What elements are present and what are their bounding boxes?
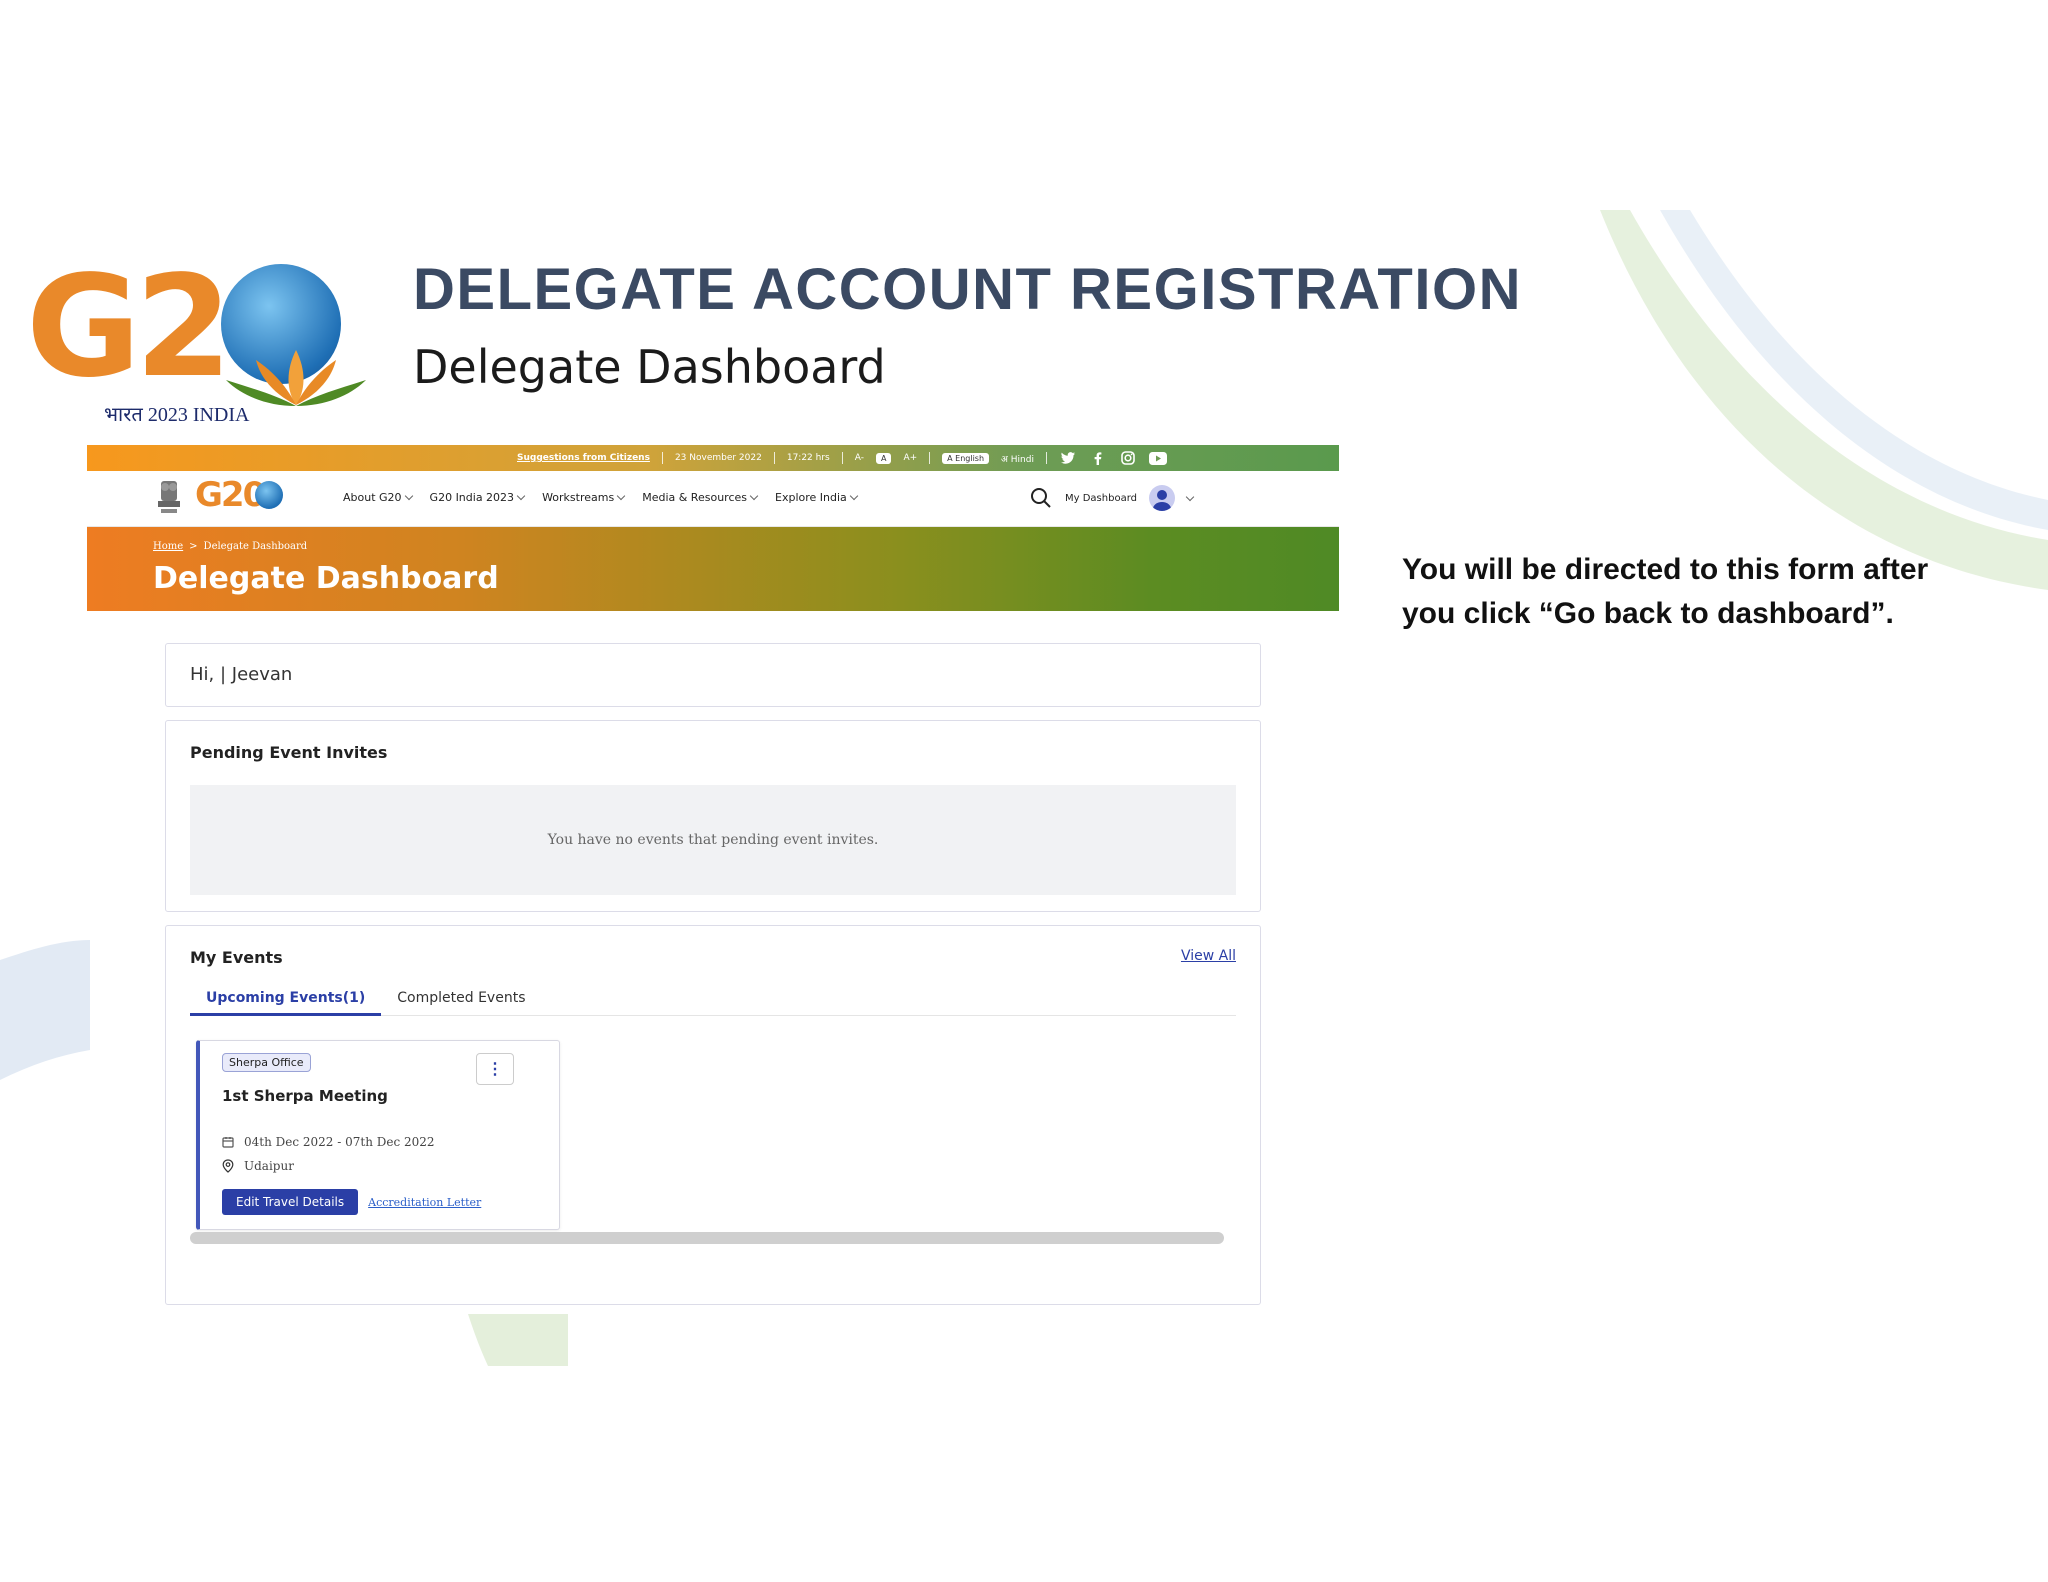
pending-invites-card: Pending Event Invites You have no events…: [165, 720, 1261, 912]
nav-item-about-g20[interactable]: About G20: [343, 491, 413, 504]
font-normal-button[interactable]: A: [875, 452, 892, 464]
decorative-swoosh-left: [0, 940, 90, 1080]
chevron-down-icon: [516, 491, 526, 501]
nav-item-explore-india[interactable]: Explore India: [775, 491, 859, 504]
national-emblem-icon: [158, 481, 180, 513]
edit-travel-details-button[interactable]: Edit Travel Details: [222, 1189, 359, 1215]
event-actions: Edit Travel Details Accreditation Letter: [222, 1189, 481, 1215]
nav-item-g20-india-2023[interactable]: G20 India 2023: [429, 491, 526, 504]
chevron-down-icon: [616, 491, 626, 501]
divider: [929, 452, 931, 464]
font-increase-button[interactable]: A+: [903, 453, 917, 463]
event-dates: 04th Dec 2022 - 07th Dec 2022: [244, 1135, 435, 1149]
event-location-row: Udaipur: [222, 1159, 294, 1173]
hindi-language-button[interactable]: अ Hindi: [1001, 452, 1034, 465]
twitter-icon[interactable]: [1059, 451, 1077, 465]
more-options-icon[interactable]: ⋮: [476, 1053, 514, 1085]
instagram-icon[interactable]: [1119, 451, 1137, 465]
nav-item-label: Workstreams: [542, 491, 615, 504]
nav-item-label: Media & Resources: [642, 491, 747, 504]
chevron-down-icon: [749, 491, 759, 501]
breadcrumb-home-link[interactable]: Home: [153, 541, 183, 552]
youtube-icon[interactable]: [1148, 451, 1167, 465]
divider: [773, 452, 775, 464]
my-events-card: My Events View All Upcoming Events(1) Co…: [165, 925, 1261, 1305]
dashboard-screenshot: Suggestions from Citizens 23 November 20…: [87, 445, 1339, 1345]
utility-bar: Suggestions from Citizens 23 November 20…: [87, 445, 1339, 471]
nav-item-media-resources[interactable]: Media & Resources: [642, 491, 759, 504]
calendar-icon: [222, 1137, 234, 1148]
tab-completed-events[interactable]: Completed Events: [381, 988, 541, 1016]
my-dashboard-link[interactable]: My Dashboard: [1065, 493, 1137, 504]
chevron-down-icon: [404, 491, 413, 501]
font-decrease-button[interactable]: A-: [855, 453, 864, 463]
decorative-swoosh-top-right: [1600, 210, 2048, 590]
suggestions-link[interactable]: Suggestions from Citizens: [517, 453, 650, 463]
slide-title: DELEGATE ACCOUNT REGISTRATION: [413, 257, 1522, 322]
nav-item-label: About G20: [343, 491, 402, 504]
location-pin-icon: [222, 1159, 234, 1173]
greeting-text: Hi, | Jeevan: [190, 664, 293, 685]
slide-note: You will be directed to this form after …: [1402, 553, 1929, 630]
chevron-down-icon[interactable]: [1185, 492, 1195, 501]
breadcrumb-separator: >: [189, 541, 198, 552]
tab-upcoming-events[interactable]: Upcoming Events(1): [190, 988, 382, 1016]
avatar[interactable]: [1148, 485, 1175, 511]
view-all-link[interactable]: View All: [1181, 948, 1236, 964]
event-location: Udaipur: [244, 1159, 294, 1173]
nav-item-workstreams[interactable]: Workstreams: [542, 491, 626, 504]
facebook-icon[interactable]: [1089, 451, 1107, 465]
english-language-button[interactable]: A English: [942, 452, 990, 464]
breadcrumb: Home > Delegate Dashboard: [153, 541, 307, 552]
nav-right-tools: My Dashboard: [1029, 485, 1195, 511]
globe-icon: [255, 481, 283, 509]
pending-invites-heading: Pending Event Invites: [190, 743, 388, 762]
my-events-heading: My Events: [190, 948, 283, 967]
slide-subtitle: Delegate Dashboard: [413, 340, 886, 394]
nav-item-label: G20 India 2023: [429, 491, 515, 504]
nav-menu: About G20 G20 India 2023 Workstreams Med…: [343, 491, 859, 504]
page-title: Delegate Dashboard: [153, 561, 499, 596]
nav-item-label: Explore India: [775, 491, 847, 504]
main-navbar: G20 About G20 G20 India 2023 Workstreams…: [87, 471, 1339, 527]
horizontal-scrollbar[interactable]: [190, 1232, 1224, 1244]
pending-invites-empty-state: You have no events that pending event in…: [190, 785, 1236, 895]
event-title: 1st Sherpa Meeting: [222, 1087, 388, 1105]
event-dates-row: 04th Dec 2022 - 07th Dec 2022: [222, 1135, 435, 1149]
g20-logo: G20 भारत 2023 INDIA: [26, 258, 366, 438]
current-date: 23 November 2022: [674, 453, 762, 463]
current-time: 17:22 hrs: [786, 453, 830, 463]
page-banner: Home > Delegate Dashboard Delegate Dashb…: [87, 527, 1339, 611]
chevron-down-icon: [849, 491, 859, 501]
divider: [841, 452, 843, 464]
events-tabs: Upcoming Events(1) Completed Events: [190, 988, 1236, 1016]
nav-g20-logo[interactable]: G20: [195, 475, 266, 515]
divider: [1045, 452, 1047, 464]
event-card: Sherpa Office ⋮ 1st Sherpa Meeting 04th …: [196, 1040, 560, 1230]
event-category-badge: Sherpa Office: [222, 1053, 311, 1072]
breadcrumb-current: Delegate Dashboard: [203, 541, 308, 552]
greeting-card: Hi, | Jeevan: [165, 643, 1261, 707]
divider: [661, 452, 663, 464]
search-icon[interactable]: [1029, 486, 1053, 510]
accreditation-letter-link[interactable]: Accreditation Letter: [368, 1196, 481, 1209]
empty-message: You have no events that pending event in…: [547, 832, 879, 848]
g20-logo-tagline: भारत 2023 INDIA: [104, 404, 250, 426]
